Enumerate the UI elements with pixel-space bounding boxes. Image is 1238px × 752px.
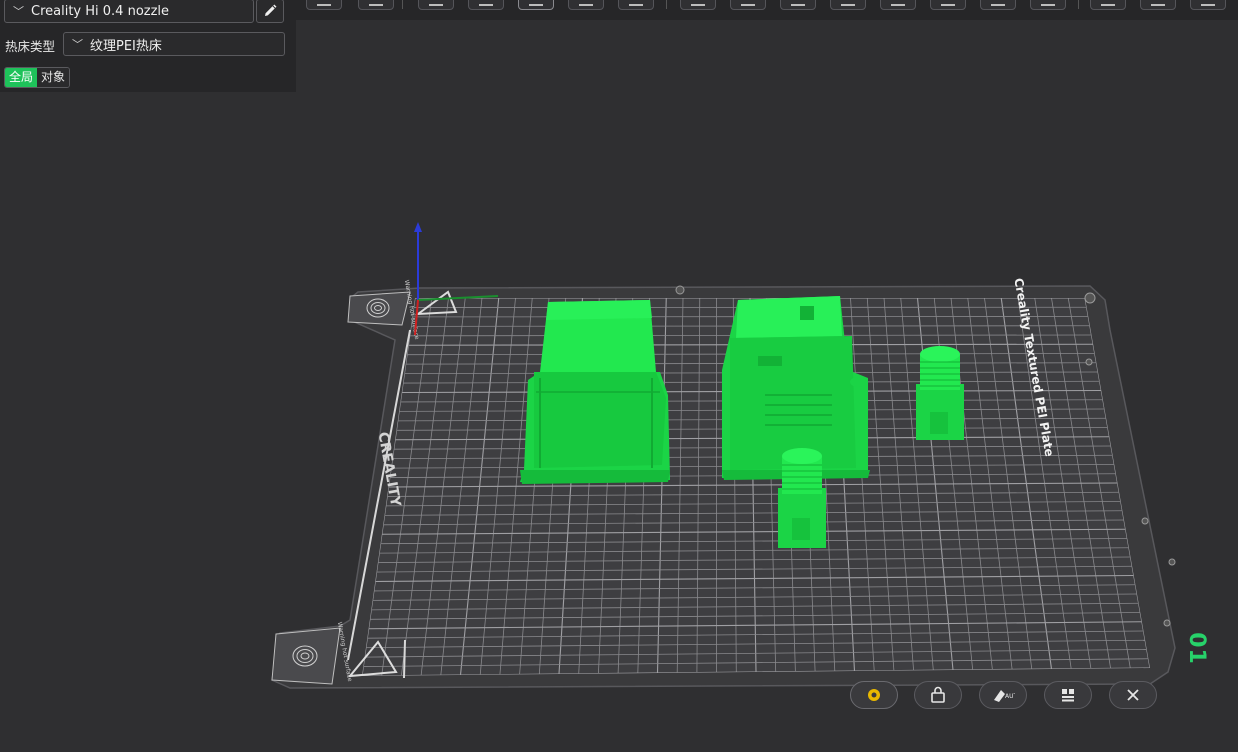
arrange-icon — [1062, 689, 1074, 702]
lock-plate-button[interactable] — [914, 681, 962, 709]
viewport-3d[interactable]: CREALITY Creality Textured PEI Plate War… — [0, 0, 1238, 752]
plate-corner-tab — [347, 291, 411, 326]
settings-icon — [868, 689, 880, 701]
plate-screw — [1084, 292, 1096, 304]
plate-screw — [1163, 619, 1171, 627]
plate-edge-line — [403, 639, 406, 679]
plate-screw — [1141, 517, 1149, 525]
remove-plate-button[interactable] — [1109, 681, 1157, 709]
close-icon — [1127, 689, 1139, 701]
plate-screw — [675, 285, 685, 295]
plate-screw — [1085, 358, 1093, 366]
lock-icon — [931, 686, 945, 703]
svg-text:AUTO: AUTO — [1005, 693, 1015, 700]
plate-screw — [1168, 558, 1176, 566]
auto-orient-icon: AUTO — [994, 690, 1015, 702]
model-cylinder-front[interactable] — [778, 448, 826, 548]
plate-number: 01 — [1183, 632, 1209, 665]
model-cylinder-right[interactable] — [916, 346, 964, 440]
plate-settings-button[interactable] — [850, 681, 898, 709]
arrange-plate-button[interactable] — [1044, 681, 1092, 709]
plate-corner-tab — [271, 627, 341, 685]
auto-orient-button[interactable]: AUTO — [979, 681, 1027, 709]
